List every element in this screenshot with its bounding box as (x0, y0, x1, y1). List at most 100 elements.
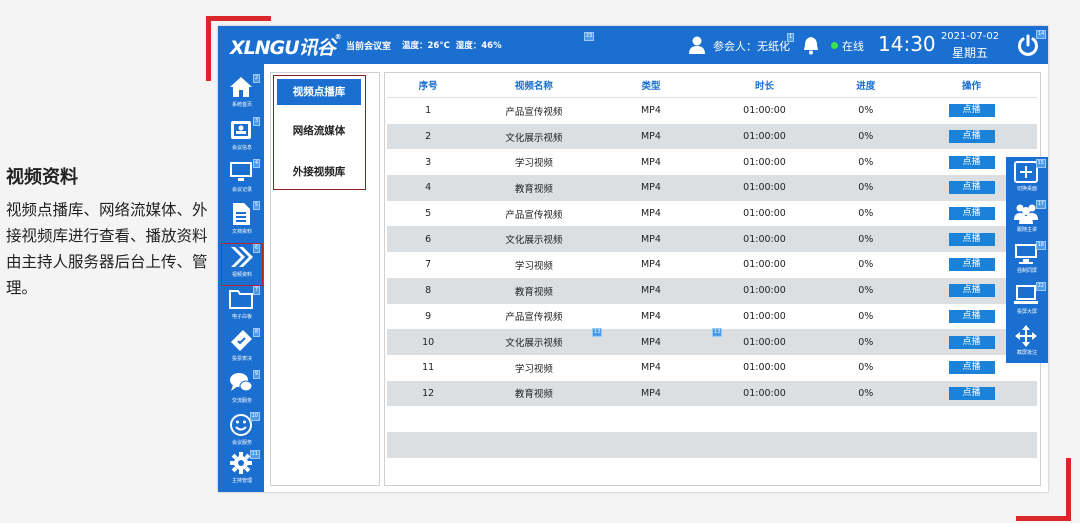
video-duration: 01:00:00 (703, 277, 826, 304)
play-button[interactable]: 点播 (948, 335, 995, 349)
play-button[interactable]: 点播 (948, 155, 995, 169)
video-duration: 01:00:00 (743, 362, 786, 374)
play-button[interactable]: 点播 (948, 386, 995, 400)
video-duration: 01:00:00 (743, 156, 786, 168)
tool-follow-speaker[interactable]: 跟随主讲 17 (1006, 198, 1048, 238)
weekday: 星期五 (951, 46, 988, 60)
split-screen-icon (1014, 161, 1038, 183)
clock: 14:30 (878, 32, 936, 56)
video-name: 教育视频 (469, 277, 599, 304)
sidebar-item-videos[interactable]: 视频资料 6 (221, 243, 263, 286)
sidebar-item-documents[interactable]: 文档资料 5 (222, 201, 262, 242)
table-row: 12 教育视频 MP4 01:00:00 0% 点播 (387, 380, 1037, 407)
tab-video-on-demand[interactable]: 视频点播库 (277, 79, 361, 105)
row-number: 1 (425, 105, 432, 117)
empty-cell (469, 458, 598, 484)
sidebar: 系统首页 2 会议信息 3 会议记录 4 文档资料 5 视频资料 6 电子白板 … (218, 64, 264, 492)
sidebar-item-services[interactable]: 会议服务 10 (222, 412, 262, 453)
video-table-panel: 序号 视频名称 类型 时长 进度 操作 1 产品宣传视频 MP4 01:00:00 0%… (384, 72, 1041, 486)
action-cell: 点播 (906, 123, 1037, 150)
play-button[interactable]: 点播 (948, 361, 995, 375)
row-number: 3 (425, 156, 432, 168)
empty-cell (598, 431, 704, 458)
video-type: MP4 (598, 226, 704, 253)
empty-cell (906, 458, 1037, 484)
video-name: 学习视频 (514, 260, 553, 272)
sidebar-item-home[interactable]: 系统首页 2 (222, 74, 262, 115)
video-progress: 0% (825, 380, 906, 407)
brand-logo: XLNGU讯谷® (230, 33, 342, 59)
app-window: XLNGU讯谷® 当前会议室 温度：26°C 湿度：46% 23 参会人：无纸化… (218, 26, 1048, 492)
current-room-label: 当前会议室 (346, 42, 392, 52)
column-header: 类型 (598, 73, 704, 98)
tab-network-streaming[interactable]: 网络流媒体 (277, 118, 361, 144)
video-table: 序号 视频名称 类型 时长 进度 操作 1 产品宣传视频 MP4 01:00:00 0%… (387, 73, 1037, 483)
video-name: 产品宣传视频 (505, 312, 563, 324)
environment-readout: 温度：26°C 湿度：46% (402, 41, 502, 51)
play-button[interactable]: 点播 (948, 284, 995, 298)
play-button[interactable]: 点播 (948, 207, 995, 221)
video-progress: 0% (858, 259, 874, 271)
video-progress: 0% (858, 208, 874, 220)
video-progress: 0% (825, 226, 906, 253)
move-arrows-icon (1015, 325, 1037, 347)
participants-label: 参会人：无纸化 (713, 40, 790, 53)
video-progress: 0% (858, 310, 874, 322)
video-name: 产品宣传视频 (505, 106, 563, 118)
empty-row (387, 406, 1037, 432)
play-button[interactable]: 点播 (948, 130, 995, 144)
table-row: 2 文化展示视频 MP4 01:00:00 0% 点播 (387, 123, 1037, 150)
bell-icon[interactable] (802, 35, 820, 55)
sidebar-item-records[interactable]: 会议记录 4 (222, 159, 262, 200)
sidebar-item-host-admin[interactable]: 主持管理 11 (222, 450, 262, 491)
feature-title: 视频资料 (6, 167, 78, 188)
number-badge: 23 (584, 32, 595, 41)
tool-screenshot-annotate[interactable]: 截屏批注 (1006, 321, 1048, 361)
number-badge: 1 (787, 33, 795, 42)
home-icon (230, 77, 252, 97)
sidebar-item-vote[interactable]: 投票表决 8 (222, 328, 262, 369)
table-row: 3 学习视频 MP4 01:00:00 0% 点播 (387, 149, 1037, 175)
table-header-row: 序号 视频名称 类型 时长 进度 操作 (387, 73, 1037, 98)
empty-cell (826, 458, 906, 484)
video-progress: 0% (858, 156, 874, 168)
video-type: MP4 (640, 105, 661, 117)
table-row: 8 教育视频 MP4 01:00:00 0% 点播 (387, 277, 1037, 304)
video-duration: 01:00:00 (743, 310, 786, 322)
tool-switch-desktop[interactable]: 切换桌面 15 (1006, 157, 1048, 197)
row-number: 6 (387, 226, 470, 253)
feature-description: 视频资料 视频点播库、网络流媒体、外接视频库进行查看、播放资料由主持人服务器后台… (6, 163, 218, 301)
play-button[interactable]: 点播 (948, 258, 995, 272)
sidebar-item-chat[interactable]: 交流服务 9 (222, 370, 262, 411)
video-name: 教育视频 (469, 380, 599, 407)
play-button[interactable]: 点播 (948, 232, 995, 246)
video-duration: 01:00:00 (703, 380, 826, 407)
online-status-dot (831, 42, 838, 49)
tool-cast-big-screen[interactable]: 投屏大屏 22 (1006, 280, 1048, 320)
person-icon (689, 36, 705, 54)
sidebar-item-whiteboard[interactable]: 电子白板 7 (222, 286, 262, 327)
sidebar-item-meeting-info[interactable]: 会议信息 3 (222, 117, 262, 158)
row-number: 2 (387, 123, 470, 150)
play-button[interactable]: 点播 (948, 181, 995, 195)
row-number: 5 (425, 208, 432, 220)
video-type: MP4 (598, 123, 704, 150)
meeting-info-icon (231, 121, 251, 139)
video-progress: 0% (825, 329, 906, 355)
tool-force-sync[interactable]: 强制同屏 18 (1006, 239, 1048, 279)
feature-text: 视频点播库、网络流媒体、外接视频库进行查看、播放资料由主持人服务器后台上传、管理… (6, 201, 208, 297)
play-button[interactable]: 点播 (948, 104, 995, 118)
empty-cell (906, 406, 1037, 432)
empty-cell (387, 431, 470, 458)
video-progress: 0% (825, 175, 906, 201)
empty-cell (906, 431, 1037, 458)
play-button[interactable]: 点播 (948, 309, 995, 323)
empty-cell (387, 406, 469, 432)
column-header: 视频名称 (469, 73, 599, 98)
folder-icon (229, 290, 253, 309)
number-badge: 13 (712, 328, 723, 337)
tab-external-video[interactable]: 外接视频库 (277, 159, 361, 185)
video-name: 文化展示视频 (469, 123, 599, 150)
video-name: 学习视频 (514, 158, 553, 170)
online-status: 在线 (842, 40, 864, 53)
